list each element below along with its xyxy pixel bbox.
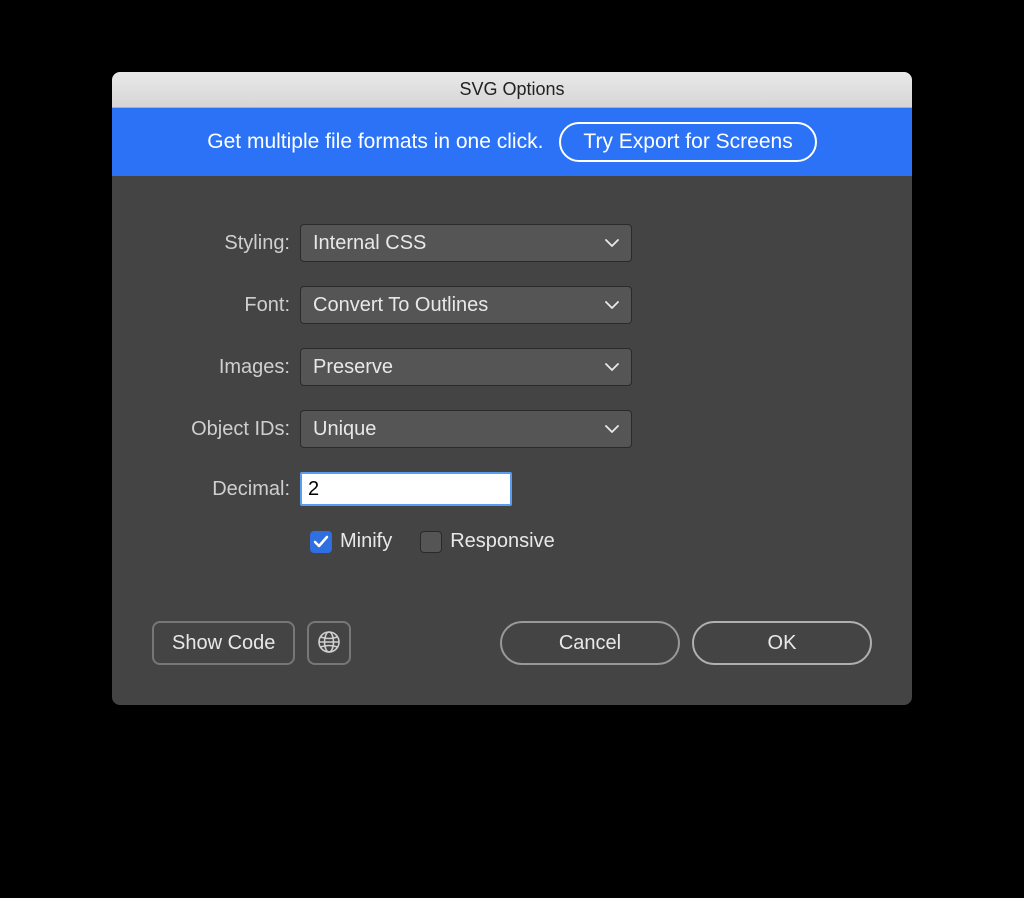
try-export-for-screens-button[interactable]: Try Export for Screens — [559, 122, 816, 162]
minify-label: Minify — [340, 530, 392, 553]
minify-checkbox[interactable] — [310, 531, 332, 553]
font-value: Convert To Outlines — [313, 294, 488, 317]
window-titlebar: SVG Options — [112, 72, 912, 108]
form-area: Styling: Internal CSS Font: Convert To O… — [112, 176, 912, 573]
styling-row: Styling: Internal CSS — [152, 224, 872, 262]
decimal-input[interactable] — [300, 472, 512, 506]
checkbox-row: Minify Responsive — [152, 530, 872, 553]
ok-button[interactable]: OK — [692, 621, 872, 665]
svg-options-dialog: SVG Options Get multiple file formats in… — [112, 72, 912, 705]
show-code-button[interactable]: Show Code — [152, 621, 295, 665]
object-ids-row: Object IDs: Unique — [152, 410, 872, 448]
styling-value: Internal CSS — [313, 232, 426, 255]
chevron-down-icon — [605, 360, 619, 374]
button-bar: Show Code Cancel OK — [112, 573, 912, 705]
responsive-label: Responsive — [450, 530, 555, 553]
chevron-down-icon — [605, 422, 619, 436]
minify-check-item: Minify — [310, 530, 392, 553]
decimal-label: Decimal: — [152, 478, 300, 501]
images-row: Images: Preserve — [152, 348, 872, 386]
chevron-down-icon — [605, 236, 619, 250]
images-label: Images: — [152, 356, 300, 379]
promo-banner: Get multiple file formats in one click. … — [112, 108, 912, 176]
globe-icon — [317, 630, 341, 657]
cancel-button[interactable]: Cancel — [500, 621, 680, 665]
font-dropdown[interactable]: Convert To Outlines — [300, 286, 632, 324]
web-preview-button[interactable] — [307, 621, 351, 665]
images-dropdown[interactable]: Preserve — [300, 348, 632, 386]
decimal-row: Decimal: — [152, 472, 872, 506]
responsive-checkbox[interactable] — [420, 531, 442, 553]
object-ids-dropdown[interactable]: Unique — [300, 410, 632, 448]
images-value: Preserve — [313, 356, 393, 379]
chevron-down-icon — [605, 298, 619, 312]
font-row: Font: Convert To Outlines — [152, 286, 872, 324]
banner-text: Get multiple file formats in one click. — [207, 130, 543, 154]
styling-label: Styling: — [152, 232, 300, 255]
object-ids-label: Object IDs: — [152, 418, 300, 441]
font-label: Font: — [152, 294, 300, 317]
responsive-check-item: Responsive — [420, 530, 555, 553]
window-title: SVG Options — [459, 79, 564, 100]
object-ids-value: Unique — [313, 418, 376, 441]
styling-dropdown[interactable]: Internal CSS — [300, 224, 632, 262]
